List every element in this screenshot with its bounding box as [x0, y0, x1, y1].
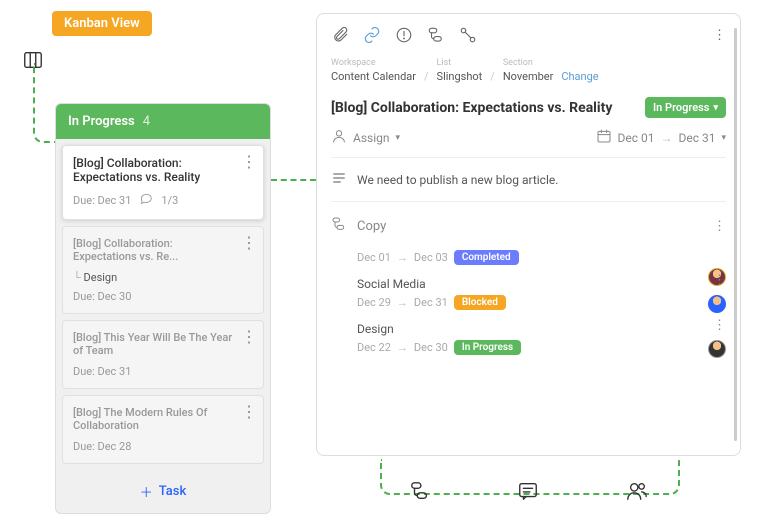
card-title: [Blog] This Year Will Be The Year of Tea…	[73, 331, 253, 357]
breadcrumb-label: Workspace	[331, 58, 416, 68]
subtasks-label: Copy	[357, 219, 386, 234]
dependency-icon[interactable]	[459, 26, 477, 44]
column-count: 4	[143, 114, 150, 129]
subtask-icon	[409, 480, 431, 506]
subtask-item[interactable]: Design Dec 22 → Dec 30 In Progress ⋮	[331, 316, 726, 361]
date-end: Dec 31	[678, 131, 715, 145]
card-menu-icon[interactable]: ⋮	[241, 235, 257, 251]
task-card[interactable]: [Blog] This Year Will Be The Year of Tea…	[62, 320, 264, 389]
card-due: Due: Dec 31	[73, 194, 131, 207]
arrow-right-icon: →	[397, 296, 408, 309]
avatar[interactable]	[708, 340, 726, 358]
task-card[interactable]: [Blog] Collaboration: Expectations vs. R…	[62, 226, 264, 314]
subtask-indent-icon: └	[73, 271, 84, 284]
user-icon	[331, 128, 347, 147]
subtask-title: Social Media	[357, 277, 726, 291]
status-pill: In Progress	[454, 340, 521, 355]
calendar-icon	[596, 128, 612, 147]
attachment-icon[interactable]	[331, 26, 349, 44]
comment-icon	[517, 480, 539, 506]
status-label: In Progress	[653, 101, 709, 114]
card-menu-icon[interactable]: ⋮	[241, 404, 257, 420]
task-card[interactable]: [Blog] Collaboration: Expectations vs. R…	[62, 145, 264, 220]
card-title: [Blog] Collaboration: Expectations vs. R…	[73, 156, 253, 184]
card-parent-title: [Blog] Collaboration: Expectations vs. R…	[73, 237, 253, 263]
kanban-column: In Progress 4 [Blog] Collaboration: Expe…	[55, 103, 271, 514]
card-menu-icon[interactable]: ⋮	[241, 329, 257, 345]
subtask-title: Design	[357, 322, 726, 336]
breadcrumb: WorkspaceContent Calendar / ListSlingsho…	[331, 58, 726, 83]
date-start: Dec 01	[618, 131, 655, 145]
task-detail-panel: ⋮ WorkspaceContent Calendar / ListSlings…	[316, 13, 741, 456]
status-pill: Blocked	[454, 295, 506, 310]
kanban-view-label: Kanban View	[52, 11, 152, 36]
subtask-menu-icon[interactable]: ⋮	[713, 219, 726, 234]
subtask-item[interactable]: Social Media Dec 29 → Dec 31 Blocked ⋮	[331, 271, 726, 316]
arrow-right-icon: →	[660, 131, 672, 145]
arrow-right-icon: →	[397, 341, 408, 354]
subtask-start: Dec 01	[357, 251, 391, 264]
status-dropdown[interactable]: In Progress ▾	[645, 97, 726, 118]
description-icon	[331, 170, 347, 189]
card-title: [Blog] The Modern Rules Of Collaboration	[73, 406, 253, 432]
columns-icon	[22, 49, 44, 75]
connector-line	[271, 179, 316, 181]
subtask-end: Dec 31	[414, 296, 448, 309]
column-header: In Progress 4	[56, 104, 270, 139]
status-pill: Completed	[454, 250, 519, 265]
more-menu-icon[interactable]: ⋮	[713, 28, 726, 43]
breadcrumb-workspace[interactable]: Content Calendar	[331, 70, 416, 83]
breadcrumb-change-link[interactable]: Change	[561, 70, 598, 83]
subtask-end: Dec 03	[414, 251, 448, 264]
date-range-button[interactable]: Dec 01 → Dec 31 ▾	[596, 128, 727, 147]
subtask-menu-icon[interactable]: ⋮	[713, 318, 726, 333]
card-title: Design	[84, 271, 118, 284]
arrow-right-icon: →	[397, 251, 408, 264]
avatar[interactable]	[708, 295, 726, 313]
task-title[interactable]: [Blog] Collaboration: Expectations vs. R…	[331, 100, 637, 116]
add-task-label: Task	[159, 484, 187, 499]
plus-icon: ＋	[140, 482, 153, 501]
add-task-button[interactable]: ＋ Task	[56, 470, 270, 513]
subtask-menu-icon[interactable]: ⋮	[713, 273, 726, 288]
card-due: Due: Dec 30	[73, 290, 131, 303]
breadcrumb-label: Section	[503, 58, 554, 68]
assign-button[interactable]: Assign ▾	[331, 128, 400, 147]
link-icon[interactable]	[363, 26, 381, 44]
assign-label: Assign	[353, 131, 390, 145]
subtask-icon	[331, 216, 347, 236]
subtask-end: Dec 30	[414, 341, 448, 354]
breadcrumb-label: List	[437, 58, 483, 68]
column-title: In Progress	[68, 114, 135, 129]
subtask-start: Dec 22	[357, 341, 391, 354]
card-due: Due: Dec 31	[73, 365, 131, 378]
chevron-down-icon: ▾	[721, 133, 726, 143]
priority-icon[interactable]	[395, 26, 413, 44]
card-comments: 1/3	[161, 194, 178, 207]
comment-icon	[139, 192, 153, 209]
people-icon	[626, 480, 648, 506]
card-due: Due: Dec 28	[73, 440, 131, 453]
chevron-down-icon: ▾	[713, 103, 718, 113]
card-menu-icon[interactable]: ⋮	[241, 154, 257, 170]
subtask-icon[interactable]	[427, 26, 445, 44]
subtask-start: Dec 29	[357, 296, 391, 309]
task-card[interactable]: [Blog] The Modern Rules Of Collaboration…	[62, 395, 264, 464]
bottom-icon-row	[316, 480, 741, 506]
subtask-item[interactable]: Dec 01 → Dec 03 Completed	[331, 244, 726, 271]
task-description[interactable]: We need to publish a new blog article.	[357, 173, 558, 187]
chevron-down-icon: ▾	[396, 133, 401, 143]
breadcrumb-section[interactable]: November	[503, 70, 554, 83]
breadcrumb-list[interactable]: Slingshot	[437, 70, 483, 83]
